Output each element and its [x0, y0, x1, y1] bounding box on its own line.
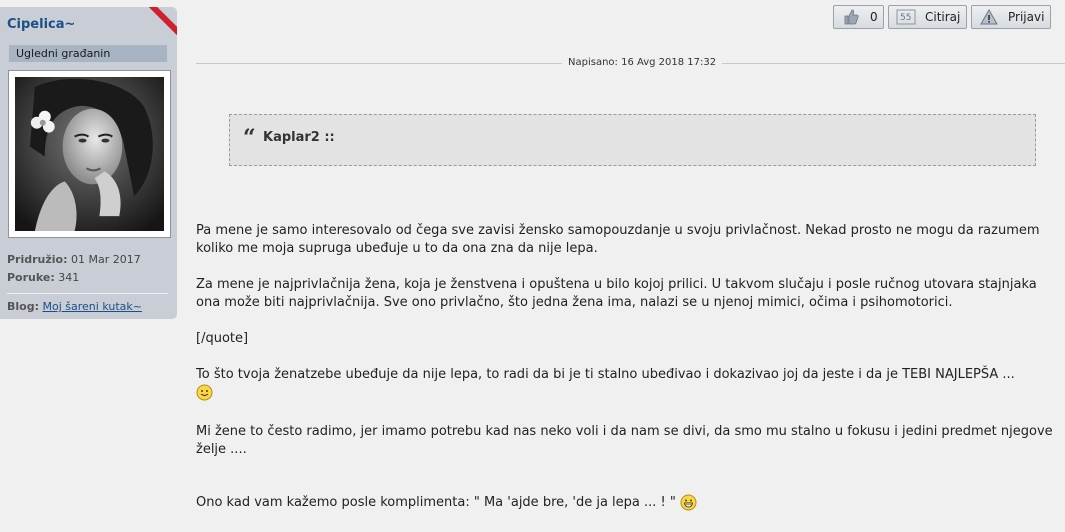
post-paragraph: Pa mene je samo interesovalo od čega sve…	[196, 223, 1040, 256]
joined-label: Pridružio:	[7, 253, 68, 266]
panel-divider	[7, 293, 168, 294]
user-panel: Cipelica~ Ugledni građanin Pridružio: 01…	[0, 7, 177, 319]
blog-label: Blog:	[7, 300, 39, 313]
joined-value: 01 Mar 2017	[71, 253, 141, 266]
avatar-image	[15, 77, 164, 231]
like-button[interactable]: 0	[833, 5, 884, 29]
avatar[interactable]	[8, 70, 171, 238]
post-paragraph: Za mene je najprivlačnija žena, koja je …	[196, 277, 1037, 310]
blog-link[interactable]: Moj šareni kutak~	[43, 300, 142, 313]
post-paragraph: Mi žene to često radimo, jer imamo potre…	[196, 424, 1053, 457]
online-ribbon	[147, 7, 177, 37]
thumbs-up-icon	[840, 9, 862, 25]
post-paragraph-text: Ono kad vam kažemo posle komplimenta: " …	[196, 495, 676, 510]
quote-icon: 55	[895, 9, 917, 25]
report-label: Prijavi	[1008, 10, 1045, 24]
quote-author: Kaplar2 ::	[263, 130, 335, 145]
post-count: Poruke: 341	[7, 271, 79, 284]
username-link[interactable]: Cipelica~	[7, 17, 75, 32]
smiley-icon	[196, 384, 213, 401]
quote-label: Citiraj	[925, 10, 961, 24]
post-date: Napisano: 16 Avg 2018 17:32	[562, 57, 723, 68]
quote-button[interactable]: 55 Citiraj	[888, 5, 967, 29]
posts-value: 341	[58, 271, 80, 284]
post-paragraph-with-smiley: To što tvoja ženatzebe ubeđuje da nije l…	[196, 366, 1062, 402]
posts-label: Poruke:	[7, 271, 55, 284]
joined-date: Pridružio: 01 Mar 2017	[7, 253, 141, 266]
grin-icon	[680, 494, 697, 511]
quote-block: “ Kaplar2 ::	[229, 114, 1036, 166]
like-count: 0	[870, 10, 878, 24]
post-paragraph: [/quote]	[196, 331, 249, 346]
blog-info: Blog: Moj šareni kutak~	[7, 300, 142, 313]
post-paragraph-text: To što tvoja ženatzebe ubeđuje da nije l…	[196, 367, 1015, 382]
report-button[interactable]: Prijavi	[971, 5, 1051, 29]
post-paragraph-with-smiley: Ono kad vam kažemo posle komplimenta: " …	[196, 494, 1062, 512]
quote-mark-icon: “	[243, 125, 256, 151]
warning-icon	[978, 9, 1000, 25]
svg-text:55: 55	[900, 13, 911, 23]
user-rank-badge: Ugledni građanin	[9, 45, 167, 62]
